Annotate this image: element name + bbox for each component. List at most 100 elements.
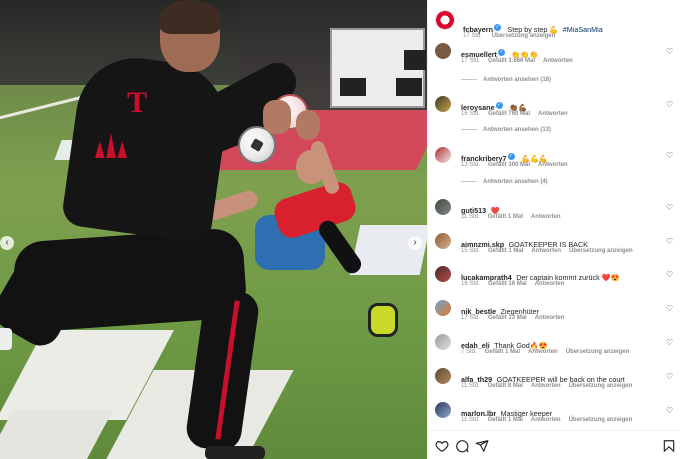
translate-link[interactable]: Übersetzung anzeigen [569, 383, 633, 389]
reply-button[interactable]: Antworten [531, 383, 561, 389]
photo-telekom-logo: T [127, 86, 148, 119]
caption-time: 17 Std. [463, 33, 483, 39]
photo-floor-tile [0, 410, 114, 459]
replies-divider [461, 78, 477, 80]
avatar[interactable] [435, 199, 451, 215]
comment: esmuellert ✓ 👏👏👏 17 Std. Gefällt 1.666 Mal… [435, 43, 675, 73]
heart-icon[interactable]: ♡ [666, 237, 673, 246]
reply-button[interactable]: Antworten [531, 248, 561, 254]
likes-count[interactable]: Gefällt 1 Mal [488, 248, 523, 254]
translate-link[interactable]: Übersetzung anzeigen [569, 417, 633, 423]
replies-divider [461, 180, 477, 182]
comment: franckribery7 ✓ 💪💪💪 13 Std. Gefällt 300 Ma… [435, 147, 675, 177]
view-replies-label: Antworten ansehen (4) [483, 179, 548, 185]
avatar[interactable] [435, 147, 451, 163]
translate-link[interactable]: Übersetzung anzeigen [569, 248, 633, 254]
likes-count[interactable]: Gefällt 1 Mal [485, 349, 520, 355]
comment: lucakamprath4 Der captain kommt zurück ❤… [435, 266, 675, 296]
heart-icon[interactable]: ♡ [666, 304, 673, 313]
view-replies-button[interactable]: Antworten ansehen (13) [461, 127, 551, 133]
translate-link[interactable]: Übersetzung anzeigen [492, 33, 556, 39]
hashtag-link[interactable]: #MiaSanMia [563, 25, 603, 34]
comment: nik_bestle Ziegenhüter 17 Std. Gefällt 13… [435, 300, 675, 330]
photo-floor-tile [349, 225, 427, 275]
avatar[interactable] [435, 43, 451, 59]
reply-button[interactable]: Antworten [528, 349, 558, 355]
likes-count[interactable]: Gefällt 1 Mal [488, 214, 523, 220]
photo-trainer [263, 100, 291, 134]
verified-icon: ✓ [497, 48, 505, 56]
heart-icon[interactable]: ♡ [666, 406, 673, 415]
post-photo[interactable]: T ‹ › [0, 0, 427, 459]
comment-time: 16 Std. [461, 281, 481, 287]
avatar[interactable] [435, 402, 451, 418]
likes-count[interactable]: Gefällt 16 Mal [488, 281, 527, 287]
comment-time: 16 Std. [461, 111, 481, 117]
avatar[interactable] [435, 368, 451, 384]
reply-button[interactable]: Antworten [538, 111, 568, 117]
verified-icon: ✓ [495, 101, 503, 109]
heart-icon[interactable]: ♡ [666, 151, 673, 160]
post-caption: fcbayern ✓ Step by step 💪 #MiaSanMia 17 S… [435, 8, 680, 39]
reply-button[interactable]: Antworten [543, 58, 573, 64]
comment: marlon.lbr Mastiger keeper 11 Std. Gefäll… [435, 402, 675, 432]
chevron-right-icon[interactable]: › [408, 236, 422, 250]
comment: leroysane ✓ 👏🏾💪🏾 16 Std. Gefällt 760 Mal An… [435, 96, 675, 126]
avatar[interactable] [435, 233, 451, 249]
bookmark-icon[interactable] [662, 439, 676, 453]
comments-panel: fcbayern ✓ Step by step 💪 #MiaSanMia 17 S… [427, 0, 680, 459]
photo-detail [404, 50, 426, 70]
send-icon[interactable] [475, 439, 489, 453]
view-replies-label: Antworten ansehen (18) [483, 77, 552, 83]
likes-count[interactable]: Gefällt 8 Mal [488, 383, 523, 389]
likes-count[interactable]: Gefällt 13 Mal [488, 315, 527, 321]
comment-time: 17 Std. [461, 315, 481, 321]
heart-icon[interactable]: ♡ [666, 203, 673, 212]
reply-button[interactable]: Antworten [531, 214, 561, 220]
comment: alfa_th29 GOATKEEPER will be back on the… [435, 368, 675, 398]
translate-link[interactable]: Übersetzung anzeigen [566, 349, 630, 355]
chevron-left-icon[interactable]: ‹ [0, 236, 14, 250]
heart-icon[interactable]: ♡ [666, 338, 673, 347]
replies-divider [461, 128, 477, 130]
post-action-bar [428, 430, 680, 459]
reply-button[interactable]: Antworten [531, 417, 561, 423]
comment-time: 7 Std. [461, 349, 477, 355]
heart-icon[interactable]: ♡ [666, 47, 673, 56]
reply-button[interactable]: Antworten [535, 281, 565, 287]
caption-meta: 17 Std. Übersetzung anzeigen [463, 33, 563, 39]
heart-icon[interactable]: ♡ [666, 270, 673, 279]
photo-trainer [160, 0, 220, 34]
view-replies-button[interactable]: Antworten ansehen (18) [461, 77, 551, 83]
heart-icon[interactable]: ♡ [666, 372, 673, 381]
avatar[interactable] [435, 10, 455, 30]
likes-count[interactable]: Gefällt 1.666 Mal [488, 58, 535, 64]
photo-keeper [296, 150, 326, 184]
reply-button[interactable]: Antworten [535, 315, 565, 321]
avatar[interactable] [435, 300, 451, 316]
reply-button[interactable]: Antworten [538, 162, 568, 168]
photo-keeper [368, 303, 398, 337]
avatar[interactable] [435, 266, 451, 282]
comment-time: 15 Std. [461, 248, 481, 254]
photo-detail [396, 78, 422, 96]
likes-count[interactable]: Gefällt 760 Mal [488, 111, 530, 117]
comment-time: 11 Std. [461, 214, 480, 220]
comment-time: 11 Std. [461, 383, 480, 389]
likes-count[interactable]: Gefällt 300 Mal [488, 162, 530, 168]
avatar[interactable] [435, 334, 451, 350]
likes-count[interactable]: Gefällt 1 Mal [488, 417, 523, 423]
view-replies-button[interactable]: Antworten ansehen (4) [461, 179, 548, 185]
comment-icon[interactable] [455, 439, 469, 453]
comment: edah_eli Thank God🔥😍 7 Std. Gefällt 1 Mal… [435, 334, 675, 364]
comment-time: 13 Std. [461, 162, 481, 168]
heart-icon[interactable]: ♡ [666, 100, 673, 109]
photo-trainer [0, 328, 12, 350]
avatar[interactable] [435, 96, 451, 112]
comment-time: 17 Std. [461, 58, 481, 64]
verified-icon: ✓ [507, 152, 515, 160]
photo-trainer [205, 446, 265, 459]
view-replies-label: Antworten ansehen (13) [483, 127, 552, 133]
heart-icon[interactable] [435, 439, 449, 453]
comment-time: 11 Std. [461, 417, 480, 423]
